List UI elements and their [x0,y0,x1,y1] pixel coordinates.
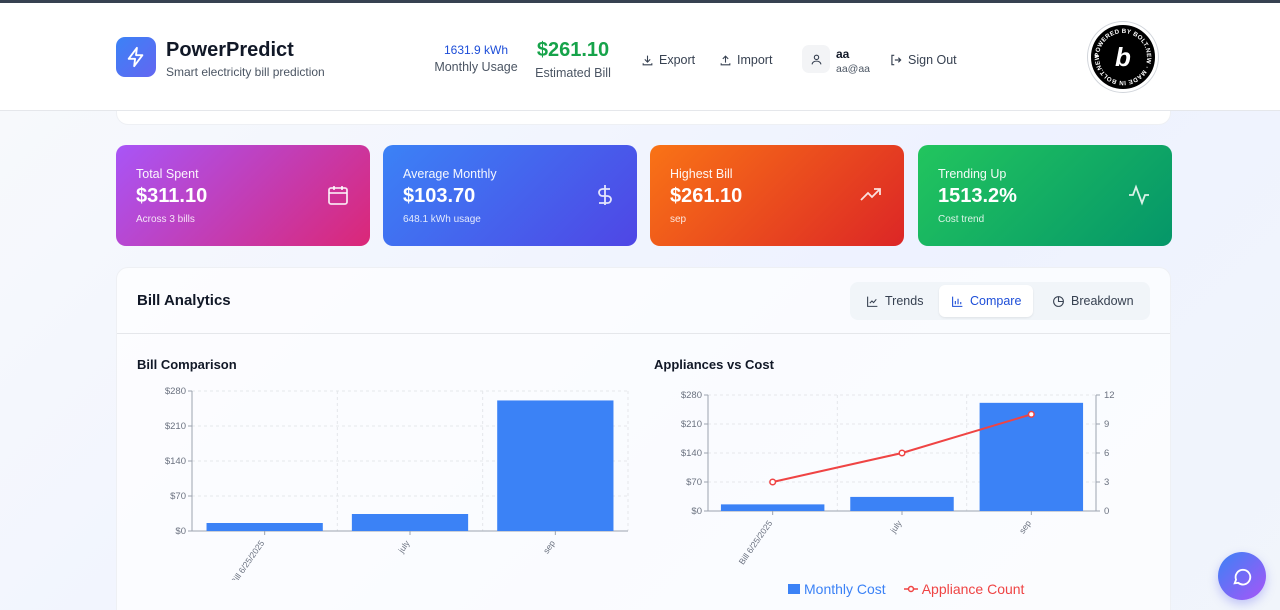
analytics-header: Bill Analytics Trends Compare Breakdown [117,268,1170,334]
stat-title: Trending Up [938,167,1007,181]
analytics-title: Bill Analytics [137,292,231,309]
upload-icon [720,54,731,65]
stat-title: Total Spent [136,167,199,181]
y2-tick-label: 6 [1104,448,1109,459]
bar [850,496,954,511]
bolt-badge[interactable]: POWERED BY BOLT.NEW · MADE IN BOLT.NEW ·… [1088,22,1158,92]
stat-card-total-spent: Total Spent $311.10 Across 3 bills [116,145,370,246]
tab-compare-label: Compare [970,294,1022,308]
analytics-view-switcher: Trends Compare Breakdown [850,282,1150,320]
y-tick-label: $70 [170,491,186,502]
sign-out-label: Sign Out [908,53,957,67]
legend-appliance-count-label: Appliance Count [921,581,1025,597]
stat-title: Average Monthly [403,167,497,181]
y2-tick-label: 9 [1104,419,1109,430]
x-tick-label: sep [1017,518,1033,535]
x-tick-label: july [888,518,905,536]
bar [497,400,614,531]
bill-comparison-chart: $0 $70 $140 $210 $280 Bill 6/25/2025 july sep [165,386,629,580]
bar [979,402,1084,511]
app-title: PowerPredict [166,39,294,61]
y-tick-label: $280 [165,386,186,397]
svg-text:b: b [1115,42,1131,72]
line-point [1027,410,1035,418]
import-button[interactable]: Import [719,53,772,67]
y2-tick-label: 12 [1104,390,1115,401]
y-tick-label: $210 [165,421,186,432]
y-tick-label: $210 [681,419,702,430]
user-icon [811,54,821,64]
tab-compare[interactable]: Compare [939,285,1034,317]
activity-icon [1129,184,1149,206]
line-chart-icon [867,296,878,307]
legend-monthly-cost: Monthly Cost [788,581,886,597]
sign-out-button[interactable]: Sign Out [889,53,957,67]
y2-tick-label: 3 [1104,477,1109,488]
stat-sub: 648.1 kWh usage [403,214,481,225]
stat-card-highest-bill: Highest Bill $261.10 sep [650,145,904,246]
y-tick-label: $140 [681,448,702,459]
stat-sub: sep [670,214,687,225]
tab-breakdown-label: Breakdown [1071,294,1134,308]
y-tick-label: $0 [175,526,186,537]
pie-chart-icon [1053,295,1064,307]
export-label: Export [659,53,696,67]
estimated-bill-label: Estimated Bill [535,66,611,80]
chat-bubble-icon [1233,568,1252,586]
chat-button[interactable] [1218,552,1266,600]
chart-title-appliances-vs-cost: Appliances vs Cost [654,357,774,372]
logout-icon [891,54,902,66]
stat-sub: Cost trend [938,214,985,225]
tab-trends[interactable]: Trends [854,285,935,317]
monthly-usage-value: 1631.9 kWh [443,43,509,57]
bar [206,523,323,531]
import-label: Import [737,53,773,67]
y-tick-label: $70 [686,477,702,488]
stat-value: 1513.2% [938,185,1017,207]
line-point [898,449,906,457]
chart-title-bill-comparison: Bill Comparison [137,357,237,372]
app-subtitle: Smart electricity bill prediction [166,65,325,79]
stat-sub: Across 3 bills [136,214,195,225]
x-tick-label: Bill 6/25/2025 [737,518,775,566]
logo [116,37,156,77]
dollar-icon [598,185,612,205]
y-tick-label: $140 [165,456,186,467]
tab-trends-label: Trends [885,294,924,308]
calendar-icon [328,186,348,205]
y2-tick-label: 0 [1104,506,1109,517]
lightning-icon [127,46,144,68]
x-tick-label: Bill 6/25/2025 [229,538,267,580]
legend-monthly-cost-label: Monthly Cost [804,581,886,597]
stat-card-average-monthly: Average Monthly $103.70 648.1 kWh usage [383,145,637,246]
legend-swatch-line [903,585,918,593]
stat-value: $311.10 [136,185,208,207]
monthly-usage-label: Monthly Usage [434,60,518,74]
line-point [769,478,777,486]
legend-swatch-bar [788,584,800,594]
stat-card-trending-up: Trending Up 1513.2% Cost trend [918,145,1172,246]
user-email: aa@aa [836,63,871,75]
download-icon [642,55,653,65]
bar [720,504,825,511]
estimated-bill-value: $261.10 [536,39,610,61]
bar-chart-icon [952,296,963,307]
x-tick-label: july [396,538,413,556]
bar [351,514,469,531]
stat-value: $261.10 [670,185,743,207]
user-name: aa [836,47,850,61]
chart-legend: Monthly Cost Appliance Count [788,581,1024,597]
x-tick-label: sep [541,538,557,555]
export-button[interactable]: Export [641,53,695,67]
y-tick-label: $0 [691,506,702,517]
bolt-badge-graphic: POWERED BY BOLT.NEW · MADE IN BOLT.NEW ·… [1091,25,1152,86]
y-tick-label: $280 [681,390,702,401]
stat-value: $103.70 [403,185,476,207]
tab-breakdown[interactable]: Breakdown [1040,285,1146,317]
appliances-vs-cost-chart: $0 $70 $140 $210 $280 Bill 6/25/2025 july sep 0 3… [681,390,1115,566]
avatar[interactable] [802,45,830,73]
trending-up-icon [860,188,881,201]
legend-appliance-count: Appliance Count [903,581,1025,597]
stat-title: Highest Bill [670,167,733,181]
